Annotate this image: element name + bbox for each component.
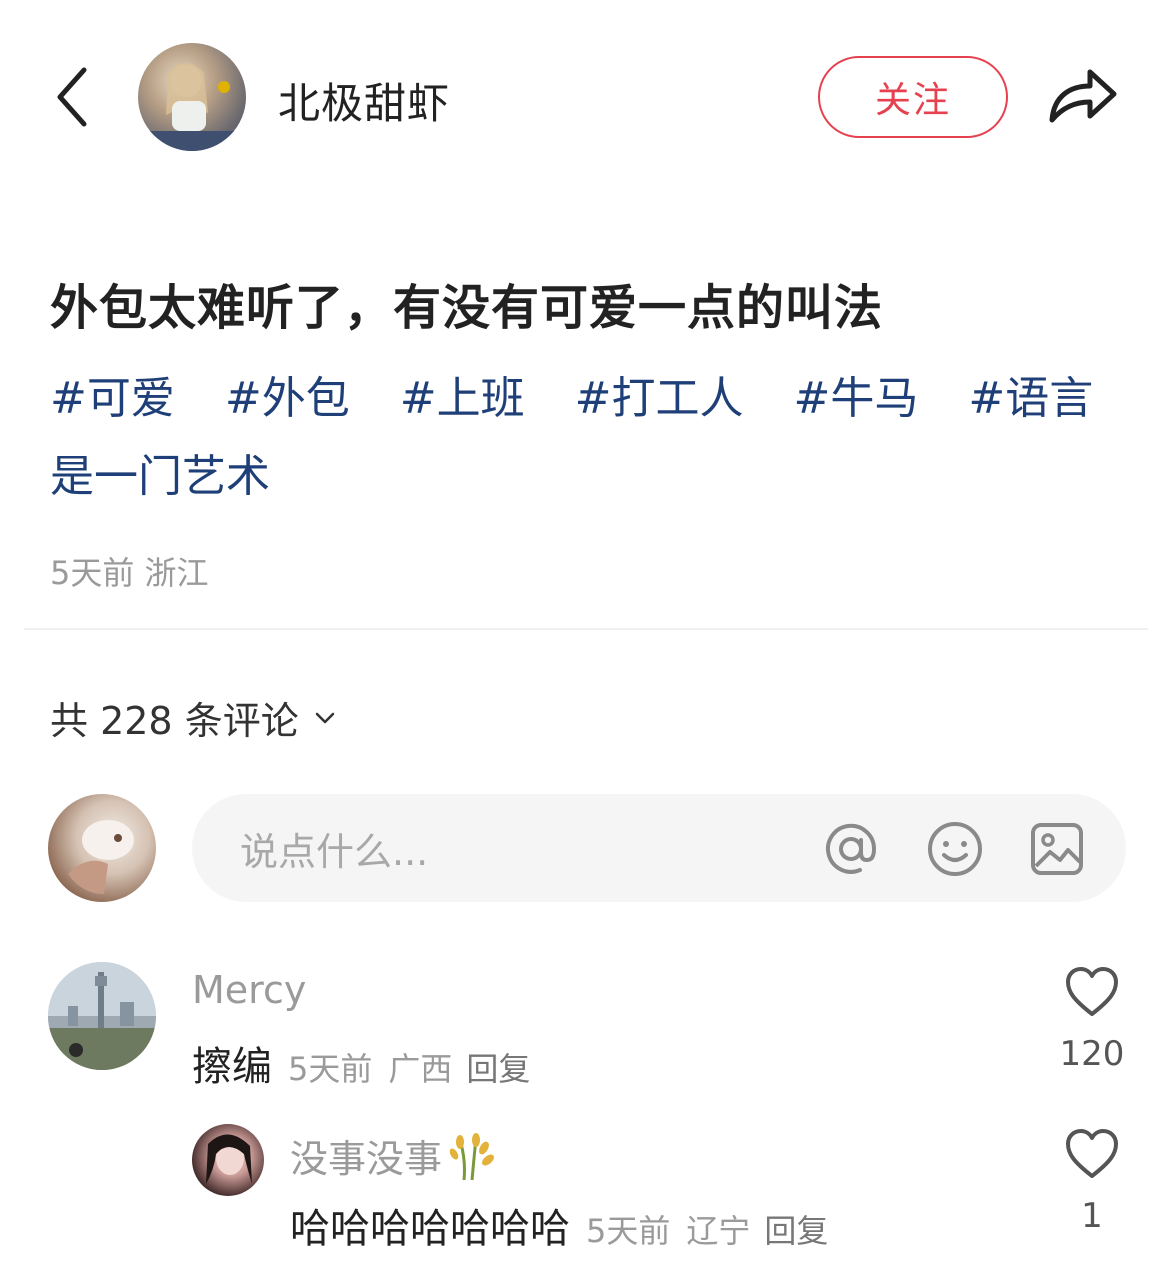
post-title: 外包太难听了，有没有可爱一点的叫法 — [50, 280, 884, 336]
reply-location: 辽宁 — [686, 1212, 751, 1250]
comment-input[interactable]: 说点什么... — [192, 794, 1126, 902]
author-avatar-image — [138, 63, 246, 151]
heart-icon — [1066, 967, 1118, 1016]
comment-count-sort[interactable]: 共 228 条评论 — [50, 690, 337, 745]
comment-input-placeholder: 说点什么... — [240, 829, 429, 874]
replier-name[interactable]: 没事没事 — [290, 1128, 442, 1183]
commenter-name[interactable]: Mercy — [192, 968, 306, 1012]
commenter-avatar-image — [48, 962, 156, 1070]
comment-text: 擦编 — [192, 1044, 272, 1090]
my-avatar-image — [68, 820, 134, 894]
like-button[interactable] — [1064, 966, 1120, 1018]
image-icon[interactable] — [1028, 820, 1086, 878]
my-avatar — [48, 794, 156, 902]
like-button[interactable] — [1064, 1128, 1120, 1180]
like-count: 120 — [1059, 1034, 1125, 1074]
comment-body: 擦编 5天前 广西 回复 — [192, 1034, 530, 1092]
commenter-avatar[interactable] — [48, 962, 156, 1070]
tag-list: #可爱 #外包 #上班 #打工人 #牛马 #语言是一门艺术 — [50, 360, 1120, 516]
emoji-icon[interactable] — [926, 820, 984, 878]
tag-cute[interactable]: #可爱 — [50, 373, 175, 424]
replier-avatar-image — [206, 1134, 252, 1184]
author-name[interactable]: 北极甜虾 — [278, 70, 450, 131]
replier-name-row: 没事没事 — [290, 1128, 498, 1183]
share-button[interactable] — [1046, 60, 1120, 130]
back-chevron-icon — [57, 67, 87, 127]
tag-outsourcing[interactable]: #外包 — [225, 373, 350, 424]
post-location: 浙江 — [144, 554, 209, 592]
divider — [24, 628, 1148, 630]
chevron-down-icon — [315, 712, 334, 723]
tag-language-art[interactable]: #语言是一门艺术 — [50, 373, 1093, 502]
author-avatar[interactable] — [138, 43, 246, 151]
reply-body: 哈哈哈哈哈哈哈 5天前 辽宁 回复 — [290, 1196, 828, 1254]
post-time: 5天前 — [50, 554, 135, 592]
comment-count-label: 共 228 条评论 — [50, 699, 299, 743]
tag-work[interactable]: #上班 — [400, 373, 525, 424]
reply-button[interactable]: 回复 — [764, 1206, 828, 1252]
tag-niuma[interactable]: #牛马 — [794, 373, 919, 424]
reply-text: 哈哈哈哈哈哈哈 — [290, 1206, 570, 1252]
back-button[interactable] — [48, 62, 98, 132]
reply-button[interactable]: 回复 — [466, 1044, 530, 1090]
reply-time: 5天前 — [586, 1212, 671, 1250]
post-meta: 5天前 浙江 — [50, 548, 209, 594]
like-count: 1 — [1081, 1196, 1103, 1236]
tag-worker[interactable]: #打工人 — [575, 373, 744, 424]
comment-location: 广西 — [388, 1050, 453, 1088]
at-icon[interactable] — [822, 820, 880, 878]
wheat-icon — [449, 1132, 494, 1180]
share-arrow-icon — [1049, 69, 1117, 123]
replier-avatar[interactable] — [192, 1124, 264, 1196]
heart-icon — [1066, 1129, 1118, 1178]
follow-button[interactable]: 关注 — [818, 56, 1008, 138]
comment-time: 5天前 — [288, 1050, 373, 1088]
